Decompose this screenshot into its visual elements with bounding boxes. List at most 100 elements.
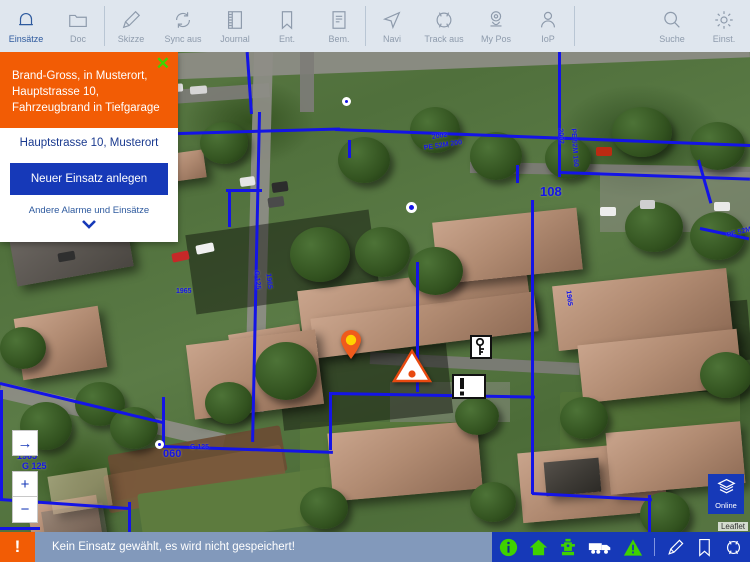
network-line	[0, 527, 40, 530]
toolbar-label: Suche	[659, 34, 685, 44]
gear-icon	[713, 8, 735, 32]
map-locate-control: →	[12, 430, 38, 456]
vehicle	[600, 207, 616, 216]
layer-button-label: Online	[715, 501, 737, 510]
bookmark-icon[interactable]	[696, 538, 713, 557]
network-label: 1965	[264, 273, 274, 290]
other-alarms-link[interactable]: Andere Alarme und Einsätze	[10, 205, 168, 216]
folder-icon	[67, 8, 89, 32]
chevron-down-icon[interactable]	[10, 218, 168, 230]
vehicle	[189, 85, 208, 95]
network-label: 2002	[556, 128, 565, 145]
status-divider	[654, 538, 655, 556]
note-icon	[328, 8, 350, 32]
network-line	[228, 189, 231, 227]
track-icon[interactable]	[724, 538, 743, 557]
toolbar-label: Doc	[69, 34, 86, 44]
notebook-icon	[224, 8, 246, 32]
close-icon[interactable]: ✕	[156, 55, 170, 72]
zoom-in-button[interactable]: +	[12, 471, 38, 497]
map-attribution[interactable]: Leaflet	[717, 522, 748, 531]
truck-icon[interactable]	[588, 540, 612, 555]
hydrant-key-marker[interactable]	[470, 335, 492, 359]
toolbar-label: Sync aus	[164, 34, 202, 44]
tree	[470, 482, 516, 522]
tree	[560, 397, 608, 439]
tree	[455, 397, 499, 435]
status-warning-icon: !	[0, 532, 35, 562]
network-label: 108	[540, 184, 562, 199]
toolbar-item-doc[interactable]: Doc	[52, 0, 104, 52]
status-bar: ! Kein Einsatz gewählt, es wird nicht ge…	[0, 532, 750, 562]
network-line	[531, 200, 534, 398]
navigation-arrow-icon	[381, 8, 403, 32]
tree	[300, 487, 348, 529]
tree	[355, 227, 410, 277]
toolbar-item-suche[interactable]: Suche	[646, 0, 698, 52]
person-icon	[537, 8, 559, 32]
search-icon	[661, 8, 683, 32]
toolbar-label: IoP	[541, 34, 555, 44]
info-icon[interactable]	[499, 538, 518, 557]
network-line	[516, 165, 519, 183]
toolbar-item-track[interactable]: Track aus	[418, 0, 470, 52]
status-tool-bar	[492, 532, 750, 562]
locate-button[interactable]: →	[12, 430, 38, 456]
home-icon[interactable]	[529, 538, 548, 557]
toolbar-group-settings: Suche Einst.	[646, 0, 750, 52]
bell-icon	[15, 8, 37, 32]
toolbar-label: My Pos	[480, 34, 511, 44]
hazard-marker[interactable]	[391, 348, 433, 383]
vehicle	[640, 200, 655, 209]
network-line	[531, 394, 534, 494]
toolbar-item-sync[interactable]: Sync aus	[157, 0, 209, 52]
layers-icon	[716, 478, 736, 500]
my-position-icon	[485, 8, 507, 32]
tree	[0, 327, 46, 369]
danger-marker[interactable]	[452, 374, 486, 399]
toolbar-group-einsatz: Einsätze Doc	[0, 0, 104, 52]
hydrant-icon[interactable]	[559, 538, 577, 557]
tree	[200, 122, 248, 164]
pencil-icon[interactable]	[666, 538, 685, 557]
toolbar-item-my-pos[interactable]: My Pos	[470, 0, 522, 52]
sync-icon	[172, 8, 194, 32]
alarm-address: Hauptstrasse 10, Musterort	[19, 137, 159, 149]
create-new-einsatz-button[interactable]: Neuer Einsatz anlegen	[10, 163, 168, 195]
toolbar-group-tools: Skizze Sync aus Journal Ent. Bem.	[105, 0, 365, 52]
network-label: 060	[163, 448, 182, 460]
toolbar-item-journal[interactable]: Journal	[209, 0, 261, 52]
tree	[612, 107, 672, 157]
layer-switcher-button[interactable]: Online	[708, 474, 744, 514]
app-root: Einsätze Doc Skizze Sync aus Journal Ent…	[0, 0, 750, 562]
network-line	[329, 392, 332, 450]
toolbar-item-einsaetze[interactable]: Einsätze	[0, 0, 52, 52]
hazard-triangle-icon[interactable]	[623, 538, 643, 557]
vehicle	[714, 202, 730, 211]
map-zoom-control: + −	[12, 471, 38, 523]
alarm-popup-body: Hauptstrasse 10, Musterort Neuer Einsatz…	[0, 128, 178, 242]
network-line	[348, 140, 351, 158]
toolbar-group-navigation: Navi Track aus My Pos IoP	[366, 0, 574, 52]
incident-location-pin[interactable]	[340, 330, 362, 360]
toolbar-item-einst[interactable]: Einst.	[698, 0, 750, 52]
toolbar-label: Journal	[220, 34, 250, 44]
toolbar-item-iop[interactable]: IoP	[522, 0, 574, 52]
toolbar-item-skizze[interactable]: Skizze	[105, 0, 157, 52]
shed	[543, 457, 602, 497]
tree	[338, 137, 390, 183]
toolbar-label: Bem.	[328, 34, 350, 44]
tree	[205, 382, 253, 424]
zoom-out-button[interactable]: −	[12, 497, 38, 523]
network-node	[342, 97, 351, 106]
toolbar-label: Einsätze	[8, 34, 44, 44]
toolbar-item-bem[interactable]: Bem.	[313, 0, 365, 52]
toolbar-item-navi[interactable]: Navi	[366, 0, 418, 52]
toolbar-item-ent[interactable]: Ent.	[261, 0, 313, 52]
tree	[625, 202, 683, 252]
vehicle	[596, 147, 612, 156]
exclamation-icon	[460, 378, 464, 396]
bookmark-icon	[276, 8, 298, 32]
tree	[255, 342, 317, 400]
